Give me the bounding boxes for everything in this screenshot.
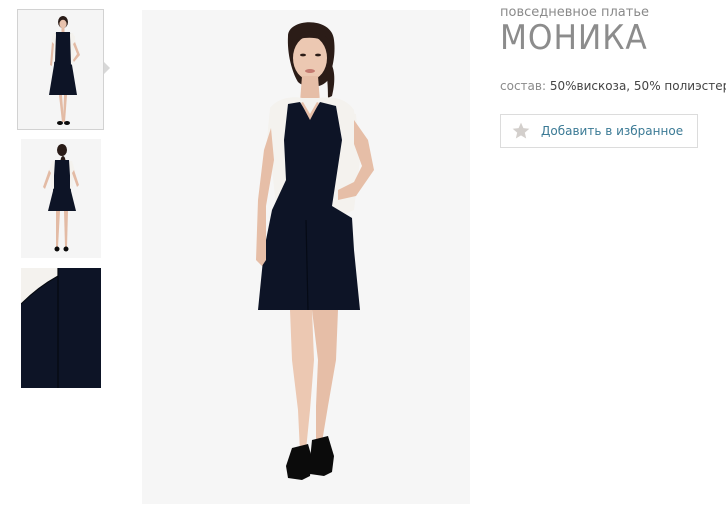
add-to-favorites-label: Добавить в избранное — [541, 124, 684, 138]
product-title: МОНИКА — [500, 18, 648, 58]
add-to-favorites-button[interactable]: Добавить в избранное — [500, 114, 698, 148]
main-product-image[interactable] — [142, 10, 470, 504]
composition-value: 50%вискоза, 50% полиэстер — [549, 79, 726, 93]
product-page: повседневное платье МОНИКА состав: 50%ви… — [0, 0, 726, 510]
thumbnail-back[interactable] — [21, 139, 101, 258]
thumbnail-back-image — [21, 139, 101, 258]
composition-label: состав: — [500, 79, 546, 93]
thumbnail-fabric-detail[interactable] — [21, 268, 101, 388]
selected-thumbnail-pointer — [104, 62, 110, 74]
product-composition: состав: 50%вискоза, 50% полиэстер — [500, 79, 726, 93]
star-icon — [511, 121, 531, 141]
thumbnail-front-image — [18, 10, 103, 129]
thumbnail-front[interactable] — [17, 9, 104, 130]
model-figure — [142, 10, 470, 504]
thumbnail-fabric-image — [21, 268, 101, 388]
